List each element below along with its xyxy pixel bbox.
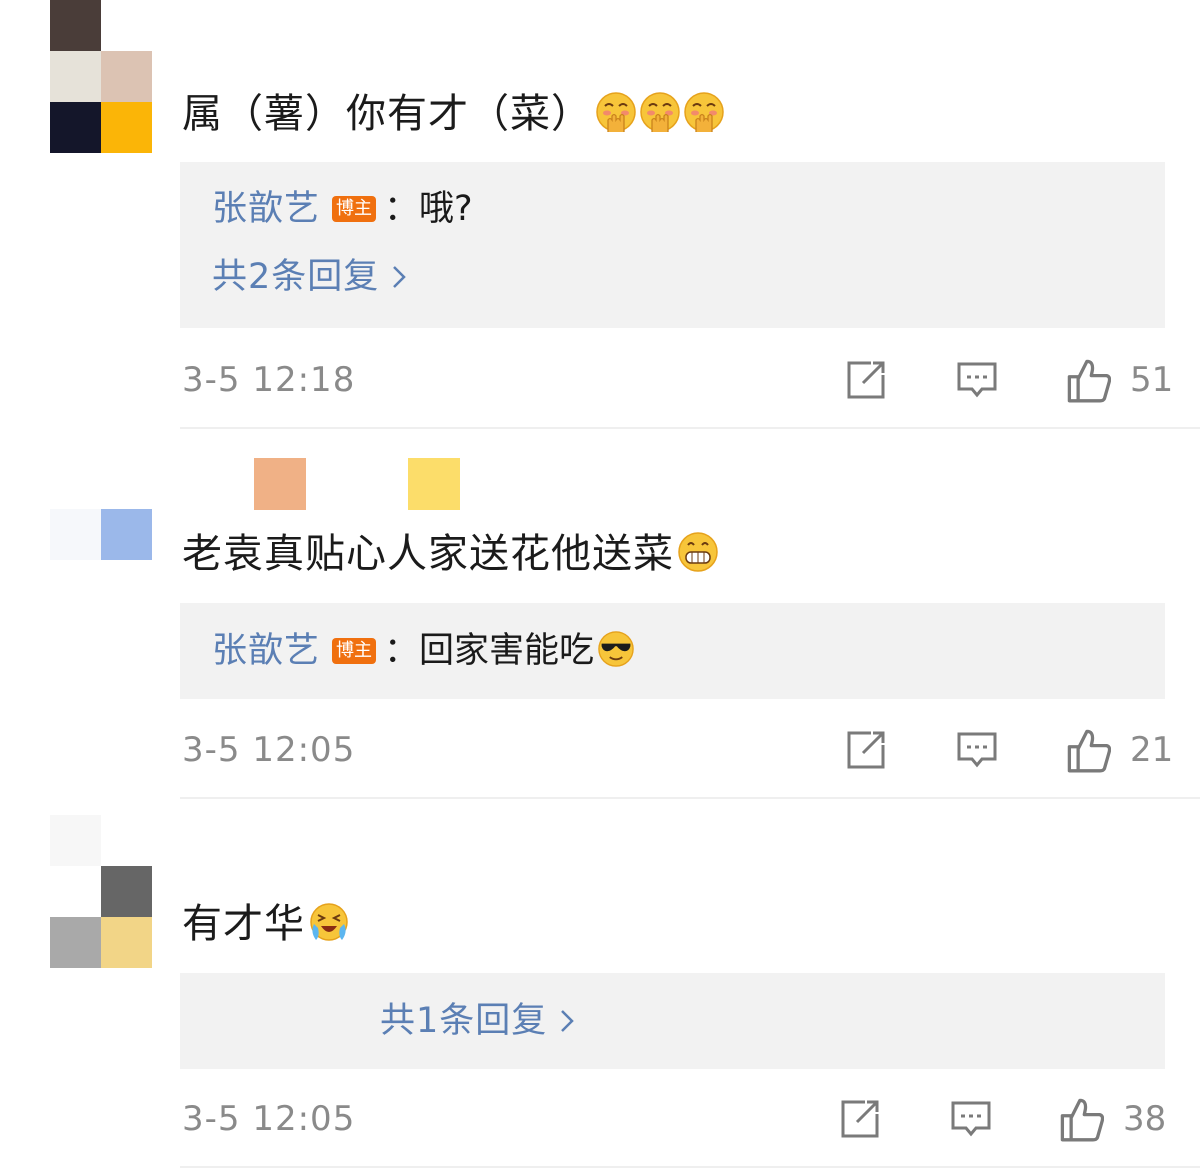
- laugh-cry-emoji: [310, 903, 348, 941]
- comment-text: 有才华: [182, 898, 349, 950]
- chevron-right-icon: [561, 1010, 575, 1032]
- divider: [180, 1166, 1200, 1168]
- share-icon[interactable]: [839, 1098, 881, 1140]
- comment-icon[interactable]: [950, 1098, 992, 1140]
- reply-box[interactable]: 共1条回复: [180, 973, 1165, 1069]
- like-count: 38: [1123, 1099, 1167, 1139]
- more-replies-link[interactable]: 共1条回复: [380, 998, 575, 1044]
- avatar[interactable]: [50, 815, 152, 968]
- comment-item: 有才华 共1条回复 3-5 12:05 38: [0, 0, 1200, 1171]
- like-icon[interactable]: [1058, 1096, 1104, 1142]
- more-replies-label: 共1条回复: [380, 1001, 548, 1041]
- comment-time: 3-5 12:05: [182, 1099, 356, 1139]
